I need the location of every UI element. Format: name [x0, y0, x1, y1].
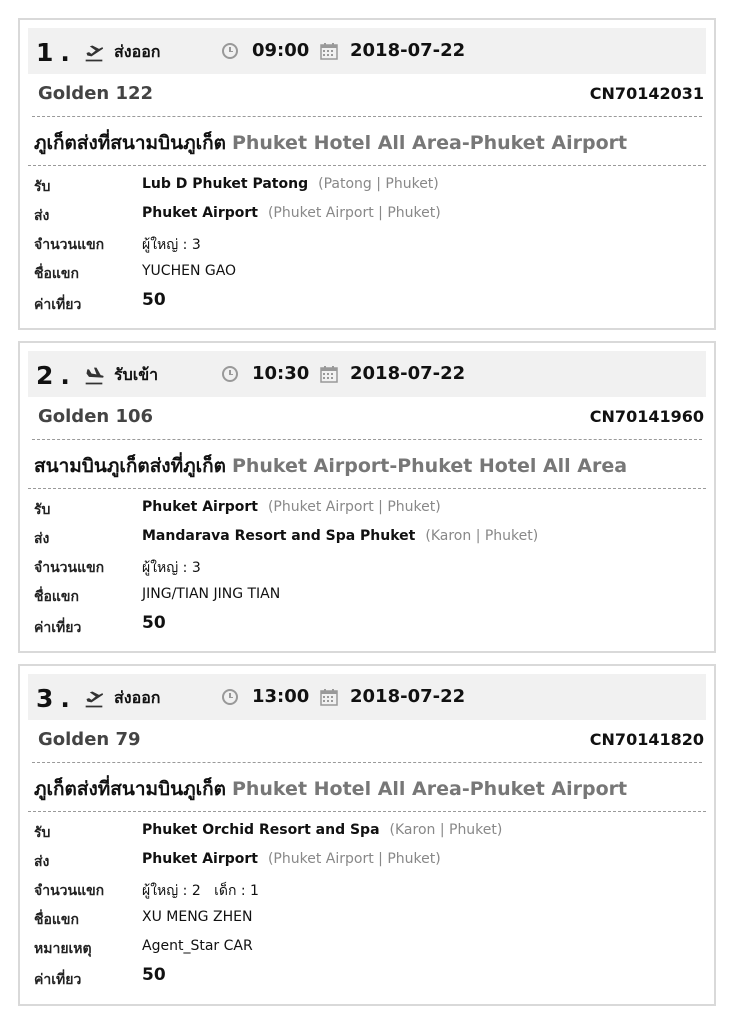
pickup-time: 13:00: [222, 686, 309, 707]
vehicle-row: Golden 79 CN70141820: [28, 720, 706, 762]
booking-code[interactable]: CN70142031: [590, 84, 704, 103]
booking-number: 1.: [36, 38, 71, 67]
pickup-row: รับ Phuket Orchid Resort and Spa (Karon |…: [34, 822, 503, 841]
fare-amount: 50: [142, 613, 166, 633]
dropoff-location: (Karon | Phuket): [425, 528, 539, 544]
vehicle-name: Golden 122: [38, 83, 154, 104]
route-english: Phuket Hotel All Area-Phuket Airport: [231, 132, 628, 154]
clock-icon: [222, 42, 238, 59]
guest-name: JING/TIAN JING TIAN: [142, 586, 281, 602]
fare-amount: 50: [142, 965, 166, 985]
dropoff-name: Phuket Airport: [142, 205, 258, 221]
note-text: Agent_Star CAR: [142, 938, 253, 954]
pickup-row: รับ Lub D Phuket Patong (Patong | Phuket): [34, 176, 439, 195]
passenger-count: ผู้ใหญ่ : 2 เด็ก : 1: [142, 883, 259, 899]
fare-row: ค่าเที่ยว 50: [34, 965, 166, 988]
clock-icon: [222, 365, 238, 382]
route-thai: สนามบินภูเก็ตส่งที่ภูเก็ต: [34, 455, 226, 477]
plane-departure-icon: [85, 691, 104, 707]
vehicle-row: Golden 122 CN70142031: [28, 74, 706, 116]
booking-number: 3.: [36, 684, 71, 713]
pickup-time: 10:30: [222, 363, 309, 384]
pickup-date: 2018-07-22: [320, 686, 465, 707]
dropoff-location: (Phuket Airport | Phuket): [267, 205, 441, 221]
route: ภูเก็ตส่งที่สนามบินภูเก็ต Phuket Hotel Al…: [28, 116, 706, 166]
guest-row: ชื่อแขก JING/TIAN JING TIAN: [34, 586, 281, 605]
vehicle-name: Golden 106: [38, 406, 154, 427]
pickup-name: Phuket Orchid Resort and Spa: [142, 822, 380, 838]
trip-type: รับเข้า: [84, 363, 158, 388]
pickup-row: รับ Phuket Airport (Phuket Airport | Phuk…: [34, 499, 441, 518]
dropoff-location: (Phuket Airport | Phuket): [267, 851, 441, 867]
pickup-date: 2018-07-22: [320, 40, 465, 61]
booking-details: รับ Phuket Airport (Phuket Airport | Phuk…: [28, 489, 706, 638]
guest-name: XU MENG ZHEN: [142, 909, 253, 925]
passenger-count: ผู้ใหญ่ : 3: [142, 560, 201, 576]
route: ภูเก็ตส่งที่สนามบินภูเก็ต Phuket Hotel Al…: [28, 762, 706, 812]
plane-departure-icon: [85, 45, 104, 61]
calendar-icon: [320, 688, 338, 706]
card-header: 3. ส่งออก 13:00 2018-07-22 Golden 79 CN7…: [28, 674, 706, 763]
trip-type: ส่งออก: [84, 40, 160, 65]
pickup-name: Phuket Airport: [142, 499, 258, 515]
vehicle-row: Golden 106 CN70141960: [28, 397, 706, 439]
route-english: Phuket Hotel All Area-Phuket Airport: [231, 778, 628, 800]
card-header: 1. ส่งออก 09:00 2018-07-22 Golden 122 CN…: [28, 28, 706, 117]
passenger-row: จำนวนแขก ผู้ใหญ่ : 2 เด็ก : 1: [28, 874, 706, 903]
pickup-time: 09:00: [222, 40, 309, 61]
pickup-name: Lub D Phuket Patong: [142, 176, 309, 192]
pickup-location: (Karon | Phuket): [389, 822, 503, 838]
fare-amount: 50: [142, 290, 166, 310]
card-header: 2. รับเข้า 10:30 2018-07-22 Golden 106 C…: [28, 351, 706, 440]
vehicle-name: Golden 79: [38, 729, 141, 750]
route-english: Phuket Airport-Phuket Hotel All Area: [231, 455, 628, 477]
guest-name: YUCHEN GAO: [142, 263, 237, 279]
booking-code[interactable]: CN70141960: [590, 407, 704, 426]
dropoff-name: Mandarava Resort and Spa Phuket: [142, 528, 416, 544]
pickup-location: (Phuket Airport | Phuket): [267, 499, 441, 515]
passenger-row: จำนวนแขก ผู้ใหญ่ : 3: [28, 228, 706, 257]
booking-card: 2. รับเข้า 10:30 2018-07-22 Golden 106 C…: [18, 341, 716, 653]
route: สนามบินภูเก็ตส่งที่ภูเก็ต Phuket Airport-…: [28, 439, 706, 489]
calendar-icon: [320, 42, 338, 60]
fare-row: ค่าเที่ยว 50: [34, 613, 166, 636]
fare-row: ค่าเที่ยว 50: [34, 290, 166, 313]
dropoff-row: ส่ง Phuket Airport (Phuket Airport | Phuk…: [34, 851, 441, 870]
trip-type: ส่งออก: [84, 686, 160, 711]
booking-details: รับ Phuket Orchid Resort and Spa (Karon |…: [28, 812, 706, 990]
booking-card: 3. ส่งออก 13:00 2018-07-22 Golden 79 CN7…: [18, 664, 716, 1006]
booking-card: 1. ส่งออก 09:00 2018-07-22 Golden 122 CN…: [18, 18, 716, 330]
dropoff-row: ส่ง Phuket Airport (Phuket Airport | Phuk…: [34, 205, 441, 224]
route-thai: ภูเก็ตส่งที่สนามบินภูเก็ต: [34, 778, 226, 800]
booking-details: รับ Lub D Phuket Patong (Patong | Phuket)…: [28, 166, 706, 315]
passenger-count: ผู้ใหญ่ : 3: [142, 237, 201, 253]
plane-arrival-icon: [85, 367, 104, 384]
note-row: หมายเหตุ Agent_Star CAR: [34, 938, 253, 957]
booking-list: 1. ส่งออก 09:00 2018-07-22 Golden 122 CN…: [0, 0, 731, 1034]
passenger-row: จำนวนแขก ผู้ใหญ่ : 3: [28, 551, 706, 580]
dropoff-name: Phuket Airport: [142, 851, 258, 867]
guest-row: ชื่อแขก YUCHEN GAO: [34, 263, 237, 282]
booking-number: 2.: [36, 361, 71, 390]
pickup-date: 2018-07-22: [320, 363, 465, 384]
booking-code[interactable]: CN70141820: [590, 730, 704, 749]
clock-icon: [222, 688, 238, 705]
route-thai: ภูเก็ตส่งที่สนามบินภูเก็ต: [34, 132, 226, 154]
pickup-location: (Patong | Phuket): [318, 176, 439, 192]
guest-row: ชื่อแขก XU MENG ZHEN: [34, 909, 253, 928]
dropoff-row: ส่ง Mandarava Resort and Spa Phuket (Karo…: [34, 528, 539, 547]
calendar-icon: [320, 365, 338, 383]
